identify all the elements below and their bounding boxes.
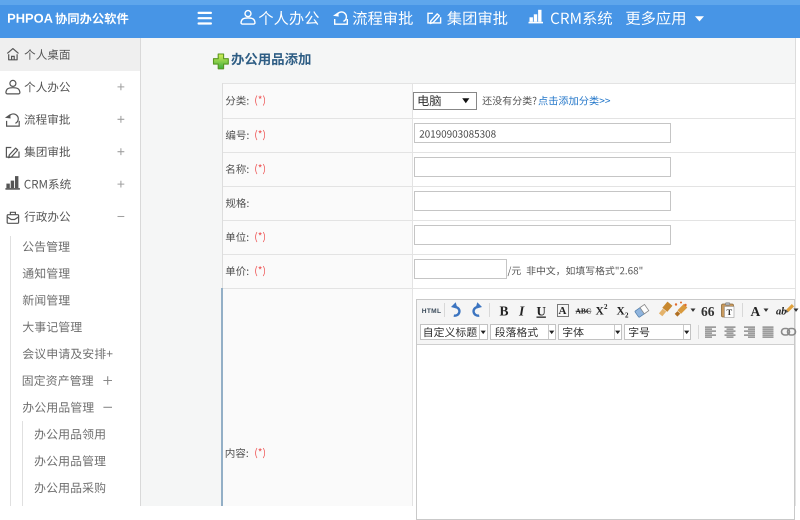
svg-text:66: 66 — [701, 304, 715, 319]
svg-text:HTML: HTML — [422, 308, 442, 315]
svg-text:I: I — [518, 304, 525, 319]
svg-text:A: A — [751, 304, 761, 319]
svg-text:B: B — [500, 304, 509, 319]
svg-text:U: U — [537, 304, 547, 319]
svg-text:2: 2 — [604, 303, 608, 311]
svg-text:ab: ab — [776, 307, 787, 318]
svg-text:T: T — [727, 307, 733, 317]
svg-text:A: A — [559, 305, 567, 317]
svg-text:2: 2 — [625, 312, 629, 320]
svg-text:ABC: ABC — [576, 307, 592, 316]
